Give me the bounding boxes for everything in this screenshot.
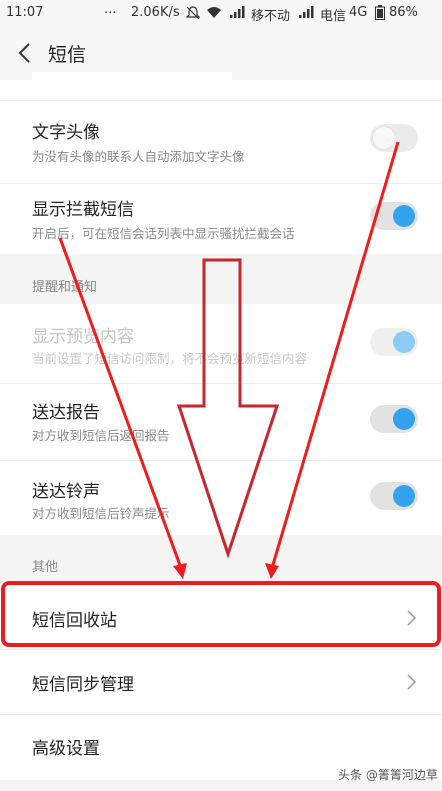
status-network: 4G (349, 5, 368, 20)
recycle-bin-title: 短信回收站 (32, 611, 117, 631)
blocked-sms-title: 显示拦截短信 (32, 200, 134, 220)
blocked-sms-subtitle: 开启后，可在短信会话列表中显示骚扰拦截会话 (32, 226, 295, 241)
preview-subtitle: 当前设置了短信访问限制，将不会预览新短信内容 (32, 351, 308, 366)
status-battery: 86% (389, 5, 418, 20)
blocked-sms-toggle[interactable] (370, 202, 418, 230)
back-arrow-icon[interactable] (14, 39, 36, 67)
avatar-toggle[interactable] (370, 124, 418, 152)
status-time: 11:07 (6, 5, 44, 20)
status-carrier2: 电信 (320, 9, 347, 24)
delivery-tone-subtitle: 对方收到短信后铃声提示 (32, 506, 170, 521)
signal-icon (299, 6, 314, 18)
chevron-right-icon (407, 610, 417, 626)
status-bar: 11:07 ... 2.06K/s 移不动 电信 4G 86% (0, 0, 442, 26)
mute-bell-icon (186, 6, 200, 20)
notifications-section-label: 提醒和通知 (32, 280, 98, 295)
advanced-settings-title: 高级设置 (32, 739, 100, 759)
page-title: 短信 (48, 44, 87, 66)
right-pointer-head (265, 563, 279, 579)
avatar-setting-subtitle: 为没有头像的联系人自动添加文字头像 (32, 149, 245, 164)
preview-toggle[interactable] (370, 328, 418, 356)
watermark: 头条 @箐箐河边草 (338, 768, 438, 782)
sync-management-title: 短信同步管理 (32, 675, 134, 695)
status-carrier1: 移不动 (251, 9, 291, 24)
preview-title: 显示预览内容 (32, 327, 134, 347)
avatar-setting-title: 文字头像 (32, 123, 100, 143)
delivery-tone-title: 送达铃声 (32, 482, 100, 502)
delivery-report-toggle[interactable] (370, 405, 418, 433)
other-group: 短信回收站 短信同步管理 高级设置 (0, 584, 442, 780)
left-pointer-head (173, 563, 187, 579)
battery-icon (375, 5, 385, 20)
signal-icon (230, 6, 245, 18)
wifi-icon (207, 7, 221, 18)
chevron-right-icon (407, 674, 417, 690)
delivery-report-subtitle: 对方收到短信后返回报告 (32, 428, 170, 443)
status-dots: ... (104, 2, 117, 17)
delivery-tone-toggle[interactable] (370, 482, 418, 510)
delivery-report-title: 送达报告 (32, 403, 100, 423)
settings-group: 文字头像 为没有头像的联系人自动添加文字头像 显示拦截短信 开启后，可在短信会话… (0, 72, 442, 254)
notifications-group: 显示预览内容 当前设置了短信访问限制，将不会预览新短信内容 送达报告 对方收到短… (0, 304, 442, 535)
status-speed: 2.06K/s (131, 5, 180, 20)
other-section-label: 其他 (32, 560, 59, 575)
